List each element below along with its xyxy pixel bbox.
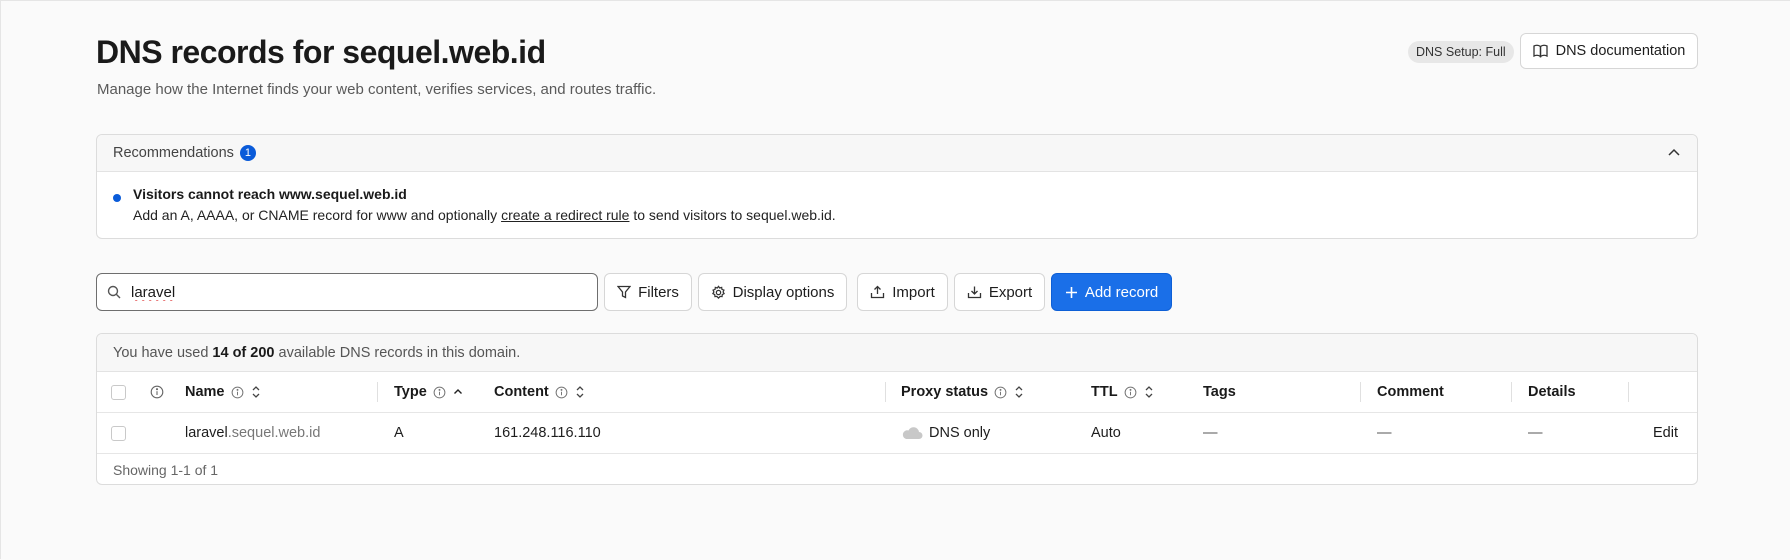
recommendation-item: Visitors cannot reach www.sequel.web.id … bbox=[97, 172, 1697, 223]
dns-setup-badge: DNS Setup: Full bbox=[1408, 41, 1514, 63]
recommendation-text-after: to send visitors to sequel.web.id. bbox=[629, 207, 836, 223]
column-divider bbox=[1511, 382, 1512, 402]
create-redirect-rule-link[interactable]: create a redirect rule bbox=[501, 207, 629, 223]
column-header-details: Details bbox=[1528, 384, 1576, 400]
info-icon[interactable] bbox=[1124, 386, 1137, 399]
column-name-label: Name bbox=[185, 384, 225, 400]
record-tags-cell: — bbox=[1203, 425, 1218, 441]
info-icon[interactable] bbox=[150, 385, 164, 399]
column-divider bbox=[377, 382, 378, 402]
recommendation-title: Visitors cannot reach www.sequel.web.id bbox=[133, 186, 407, 202]
filters-label: Filters bbox=[638, 283, 679, 301]
recommendations-panel: Recommendations 1 Visitors cannot reach … bbox=[96, 134, 1698, 239]
record-ttl-cell: Auto bbox=[1091, 425, 1121, 441]
add-record-label: Add record bbox=[1084, 283, 1159, 301]
export-button[interactable]: Export bbox=[954, 273, 1045, 311]
dns-records-page: DNS records for sequel.web.id Manage how… bbox=[1, 1, 1790, 560]
table-row: laravel .sequel.web.id A 161.248.116.110 … bbox=[97, 413, 1697, 454]
table-header-row: Name Type Content Proxy status TTL Tags … bbox=[97, 372, 1697, 413]
usage-text-after: available DNS records in this domain. bbox=[278, 344, 521, 361]
import-label: Import bbox=[892, 283, 935, 301]
column-content-label: Content bbox=[494, 384, 549, 400]
edit-record-button[interactable]: Edit bbox=[1653, 413, 1678, 453]
recommendation-dot-icon bbox=[113, 194, 121, 202]
recommendations-count-badge: 1 bbox=[239, 145, 256, 161]
sort-ascending-icon[interactable] bbox=[452, 384, 464, 400]
dns-documentation-label: DNS documentation bbox=[1555, 43, 1686, 59]
cloud-icon bbox=[902, 427, 923, 439]
info-icon[interactable] bbox=[994, 386, 1007, 399]
search-field[interactable] bbox=[96, 273, 598, 311]
table-footer: Showing 1-1 of 1 bbox=[97, 454, 1697, 484]
dns-records-table: You have used 14 of 200 available DNS re… bbox=[96, 333, 1698, 485]
record-proxy-cell: DNS only bbox=[901, 413, 990, 453]
record-name-cell: laravel .sequel.web.id bbox=[185, 413, 320, 453]
column-divider bbox=[885, 382, 886, 402]
column-header-name[interactable]: Name bbox=[185, 372, 262, 412]
column-ttl-label: TTL bbox=[1091, 384, 1118, 400]
gear-icon bbox=[711, 284, 725, 299]
record-content-cell: 161.248.116.110 bbox=[494, 425, 601, 441]
row-checkbox-cell bbox=[111, 413, 126, 453]
sort-icon[interactable] bbox=[574, 384, 586, 400]
filter-icon bbox=[617, 285, 632, 299]
record-proxy-status: DNS only bbox=[929, 425, 991, 441]
column-header-content[interactable]: Content bbox=[494, 372, 586, 412]
record-name-subdomain: laravel bbox=[185, 425, 228, 441]
info-icon[interactable] bbox=[231, 386, 244, 399]
search-input[interactable] bbox=[129, 282, 573, 302]
column-header-type[interactable]: Type bbox=[394, 372, 464, 412]
display-options-button[interactable]: Display options bbox=[698, 273, 847, 311]
sort-icon[interactable] bbox=[1143, 384, 1155, 400]
display-options-label: Display options bbox=[732, 283, 835, 301]
column-divider bbox=[1360, 382, 1361, 402]
row-checkbox[interactable] bbox=[111, 425, 126, 441]
import-button[interactable]: Import bbox=[857, 273, 948, 311]
column-header-ttl[interactable]: TTL bbox=[1091, 372, 1155, 412]
recommendation-text-before: Add an A, AAAA, or CNAME record for www … bbox=[133, 207, 502, 223]
column-divider bbox=[1628, 382, 1629, 402]
export-label: Export bbox=[988, 283, 1033, 301]
sort-icon[interactable] bbox=[1013, 384, 1025, 400]
search-icon bbox=[107, 285, 121, 299]
usage-count: 14 of 200 bbox=[212, 344, 275, 361]
chevron-up-icon[interactable] bbox=[1665, 144, 1683, 162]
info-icon[interactable] bbox=[555, 386, 568, 399]
record-details-cell: — bbox=[1528, 425, 1543, 441]
page-title: DNS records for sequel.web.id bbox=[96, 34, 546, 70]
filters-button[interactable]: Filters bbox=[604, 273, 692, 311]
select-all-checkbox[interactable] bbox=[111, 384, 126, 400]
column-header-proxy-status[interactable]: Proxy status bbox=[901, 372, 1025, 412]
record-type-cell: A bbox=[394, 425, 404, 441]
pagination-summary: Showing 1-1 of 1 bbox=[113, 462, 219, 478]
select-all-checkbox-cell bbox=[111, 372, 126, 412]
sort-icon[interactable] bbox=[250, 384, 262, 400]
page-subtitle: Manage how the Internet finds your web c… bbox=[97, 81, 657, 98]
usage-summary: You have used 14 of 200 available DNS re… bbox=[97, 334, 1697, 372]
plus-icon bbox=[1065, 286, 1077, 298]
info-icon[interactable] bbox=[433, 386, 446, 399]
record-name-domain: .sequel.web.id bbox=[227, 425, 321, 441]
column-proxy-label: Proxy status bbox=[901, 384, 989, 400]
dns-documentation-button[interactable]: DNS documentation bbox=[1520, 33, 1698, 69]
recommendations-header[interactable]: Recommendations 1 bbox=[97, 135, 1697, 172]
download-icon bbox=[967, 286, 981, 299]
column-header-comment: Comment bbox=[1377, 384, 1444, 400]
book-icon bbox=[1532, 44, 1548, 58]
recommendations-label: Recommendations bbox=[113, 145, 234, 161]
column-type-label: Type bbox=[394, 384, 427, 400]
upload-icon bbox=[871, 285, 885, 299]
column-header-tags: Tags bbox=[1203, 384, 1236, 400]
add-record-button[interactable]: Add record bbox=[1051, 273, 1172, 311]
recommendation-text: Add an A, AAAA, or CNAME record for www … bbox=[133, 207, 1697, 223]
info-column-cell bbox=[150, 372, 164, 412]
record-comment-cell: — bbox=[1377, 425, 1392, 441]
usage-text-before: You have used bbox=[113, 344, 209, 361]
